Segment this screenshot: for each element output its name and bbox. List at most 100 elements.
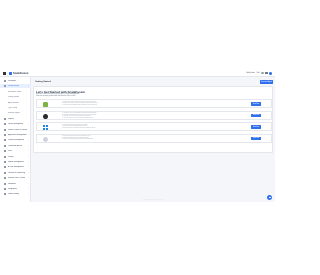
sidebar-item-label: Access Management: [8, 166, 24, 169]
top-bar: ScaleFusion Help Center Trial: [0, 70, 275, 77]
sidebar-item[interactable]: Remote Cast & Control ›: [0, 176, 31, 180]
enrollment-steps: 1. Download the ScaleFusion MDM Agent on…: [62, 102, 98, 107]
sidebar-item[interactable]: Workflows ›: [0, 182, 31, 186]
os-enrollment-row: 1. Download the ScaleFusion agent for Wi…: [36, 122, 272, 131]
sidebar-item[interactable]: Agent Installer: [0, 101, 31, 105]
content-icon: [4, 139, 6, 142]
sidebar-item[interactable]: Access Management ›: [0, 165, 31, 169]
sidebar-item-label: Reports: [8, 117, 14, 120]
apps-icon: [4, 134, 6, 136]
location-icon: [4, 171, 6, 174]
sidebar-item-label: Integrations: [8, 188, 17, 190]
sidebar-item[interactable]: Application Management ›: [0, 133, 31, 137]
sidebar-item-label: Groups: [8, 155, 14, 158]
user-icon: [4, 150, 6, 153]
sidebar-item[interactable]: Global Settings ›: [0, 192, 31, 196]
notification-icon[interactable]: [261, 71, 264, 75]
getting-started-card: Let's Get Started with ScaleFusion Insta…: [33, 86, 273, 153]
sidebar-item-label: Quick Setup: [8, 107, 18, 109]
enrollment-steps: 1. Download the ScaleFusion agent for Wi…: [62, 125, 96, 130]
help-center-link[interactable]: Help Center: [246, 73, 255, 74]
sidebar-item[interactable]: Integrations ›: [0, 187, 31, 191]
apps-grid-icon[interactable]: [265, 71, 268, 75]
chevron-right-icon: ›: [28, 144, 29, 147]
sidebar-item-label: Getting Started: [8, 85, 20, 88]
card-description: Install the ScaleFusion agent on your de…: [36, 94, 96, 98]
linux-icon: [43, 136, 48, 142]
chevron-right-icon: ›: [28, 171, 29, 174]
sidebar-item-label: Agent Installer: [8, 101, 19, 104]
policy-icon: [4, 128, 6, 131]
windows-icon: [43, 125, 48, 130]
sidebar-item[interactable]: Reports: [0, 117, 31, 121]
enrollment-step: 3. Follow on-screen instructions to comp…: [62, 104, 98, 106]
chevron-right-icon: ›: [28, 188, 29, 190]
sidebar-item[interactable]: Content Management ›: [0, 138, 31, 142]
enroll-button[interactable]: Enroll Now: [251, 125, 261, 129]
sidebar-item[interactable]: Groups ›: [0, 155, 31, 159]
download-agent-button[interactable]: Download Agent: [260, 80, 273, 84]
sidebar-item-label: Remote Cast & Control: [8, 177, 26, 180]
enroll-button[interactable]: Enroll Now: [251, 136, 261, 141]
sidebar-item[interactable]: Getting Started: [0, 95, 31, 99]
logo-icon: [9, 71, 12, 75]
sidebar-item[interactable]: Location & Geofencing ›: [0, 171, 31, 175]
os-enrollment-row: 1. Download the ScaleFusion agent packag…: [36, 133, 272, 143]
chevron-right-icon: ›: [28, 128, 29, 131]
sidebar-item-label: Update Management: [8, 161, 24, 163]
sidebar-item-label: Global Settings: [8, 193, 20, 196]
cast-icon: [4, 177, 6, 180]
sidebar-item-label: Getting Started: [8, 96, 20, 99]
header-actions: Help Center Trial: [246, 71, 272, 75]
enroll-button[interactable]: Enroll Now: [251, 102, 261, 106]
footer-text: Copyright © ScaleFusion. All rights rese…: [143, 200, 163, 201]
trial-badge: Trial: [256, 72, 260, 74]
chevron-right-icon: ›: [28, 139, 29, 142]
sidebar-item[interactable]: Quick Setup: [0, 106, 31, 110]
menu-icon[interactable]: [3, 72, 6, 75]
chat-icon[interactable]: [267, 195, 272, 200]
apple-icon: [43, 113, 48, 119]
sidebar-item-label: Application Management: [8, 134, 27, 136]
lock-icon: [4, 144, 6, 147]
sidebar-item[interactable]: Conditional Access ›: [0, 144, 31, 148]
avatar[interactable]: [269, 71, 272, 75]
sidebar-item[interactable]: Device Profiles & Policies ›: [0, 128, 31, 132]
sidebar-item[interactable]: Device Management ›: [0, 122, 31, 126]
chevron-right-icon: ›: [28, 123, 29, 126]
sidebar-item[interactable]: Getting Started ›: [0, 84, 31, 89]
gear-icon: [4, 193, 6, 196]
sidebar-item-label: Location & Geofencing: [8, 171, 26, 174]
chevron-right-icon: ›: [28, 177, 29, 180]
device-icon: [4, 123, 6, 126]
chevron-right-icon: ›: [28, 166, 29, 169]
enrollment-steps: 1. Download the ScaleFusion agent packag…: [62, 136, 93, 141]
os-enrollment-row: 1. Download the ScaleFusion MDM Agent on…: [36, 99, 272, 108]
sidebar: Dashboard Getting Started › Enrollment Guid…: [0, 77, 31, 202]
chevron-right-icon: ›: [28, 161, 29, 163]
enrollment-step: 3. Sign in with your enrollment credenti…: [62, 127, 96, 129]
app-name: ScaleFusion: [13, 71, 29, 75]
sidebar-item-label: Dashboard: [8, 80, 17, 82]
enrollment-step: 3. Run the enrollment command provided i…: [62, 139, 94, 141]
chevron-right-icon: ›: [28, 182, 29, 185]
sidebar-item-label: Remote Support: [8, 112, 21, 115]
dashboard-icon: [4, 80, 6, 82]
sidebar-item-label: Users: [8, 150, 13, 153]
sidebar-item-label: Device Profiles & Policies: [8, 128, 28, 131]
android-icon: [43, 102, 48, 107]
integrations-icon: [4, 188, 6, 190]
enroll-button[interactable]: Enroll Now: [251, 113, 261, 118]
sidebar-item[interactable]: Users ›: [0, 149, 31, 153]
sidebar-item[interactable]: Remote Support: [0, 111, 31, 115]
sidebar-item[interactable]: Dashboard: [0, 79, 31, 83]
chevron-right-icon: ›: [28, 85, 29, 88]
os-enrollment-row: 1. Upload the Apple Push Notification ce…: [36, 110, 272, 120]
enrollment-step: 4. Verify the device appears in the devi…: [62, 117, 94, 119]
chart-icon: [4, 117, 6, 120]
sidebar-item[interactable]: Update Management ›: [0, 160, 31, 164]
sidebar-item[interactable]: Enrollment Guide: [0, 90, 31, 94]
key-icon: [4, 166, 6, 169]
sidebar-item-label: Device Management: [8, 123, 24, 126]
update-icon: [4, 161, 6, 163]
